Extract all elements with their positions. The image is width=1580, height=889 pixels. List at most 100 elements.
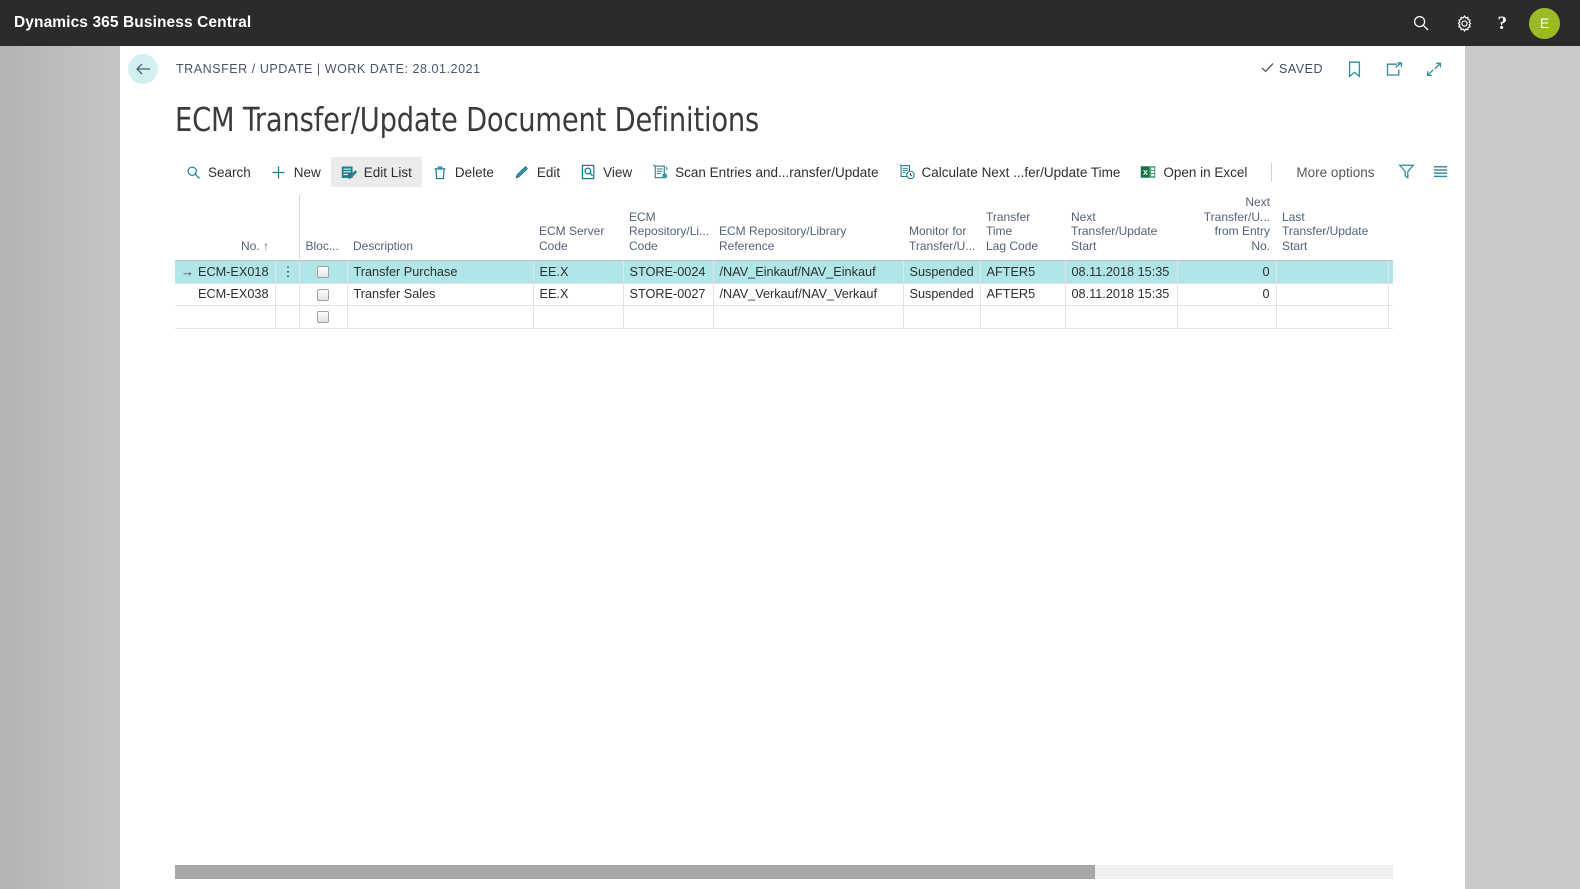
toolbar-divider [1271, 163, 1272, 182]
column-header-blocked[interactable]: Bloc... [299, 195, 347, 261]
top-navigation-bar: Dynamics 365 Business Central ? E [0, 0, 1580, 46]
search-icon [185, 164, 201, 180]
cell-ecm-repository-reference[interactable]: /NAV_Verkauf/NAV_Verkauf [713, 283, 903, 306]
table-row[interactable] [175, 306, 1393, 329]
filter-funnel-icon[interactable] [1398, 163, 1416, 181]
calculate-time-icon [899, 164, 915, 180]
horizontal-scrollbar[interactable] [175, 865, 1393, 879]
column-header-next-transfer-start[interactable]: Next Transfer/Update Start [1065, 195, 1177, 261]
table-row[interactable]: →ECM-EX018 ⋮ Transfer PurchaseEE.XSTORE-00… [175, 261, 1393, 284]
column-header-dots[interactable] [275, 195, 299, 261]
toolbar-button-label: View [603, 165, 632, 180]
cell-ecm-repository-code[interactable]: STORE-0027 [623, 283, 713, 306]
toolbar-button-label: Open in Excel [1163, 165, 1247, 180]
search-icon[interactable] [1410, 12, 1432, 34]
back-arrow-icon[interactable] [128, 54, 158, 84]
column-header-last-transfer-start[interactable]: Last Transfer/Update Start [1276, 195, 1388, 261]
cell-no[interactable]: ECM-EX038 [175, 283, 275, 306]
cell-last-transfer-end[interactable] [1388, 306, 1393, 329]
cell-description[interactable]: Transfer Sales [347, 283, 533, 306]
app-title: Dynamics 365 Business Central [14, 14, 251, 32]
bookmark-icon[interactable] [1345, 60, 1363, 78]
avatar[interactable]: E [1529, 8, 1560, 39]
cell-ecm-repository-code[interactable] [623, 306, 713, 329]
cell-monitor-for-transfer[interactable]: Suspended [903, 283, 980, 306]
cell-next-transfer-entry-no[interactable] [1177, 306, 1276, 329]
toolbar-button-search[interactable]: Search [175, 157, 261, 187]
toolbar-button-edit[interactable]: Edit [504, 157, 570, 187]
column-header-last-transfer-end[interactable]: Las Tra En [1388, 195, 1393, 261]
checkbox-unchecked-icon[interactable] [317, 311, 329, 323]
edit-list-icon [341, 164, 357, 180]
toolbar-button-scan-entries-and-ransfer-update[interactable]: Scan Entries and...ransfer/Update [642, 157, 888, 187]
magnifier-page-icon [580, 164, 596, 180]
plus-icon [271, 164, 287, 180]
cell-next-transfer-start[interactable] [1065, 306, 1177, 329]
row-actions-menu-icon[interactable] [275, 306, 299, 329]
cell-blocked-checkbox[interactable] [299, 261, 347, 284]
cell-blocked-checkbox[interactable] [299, 283, 347, 306]
cell-transfer-time-lag-code[interactable]: AFTER5 [980, 261, 1065, 284]
column-header-next-transfer-entry-no[interactable]: Next Transfer/U... from Entry No. [1177, 195, 1276, 261]
column-header-no[interactable]: No. ↑ [175, 195, 275, 261]
cell-blocked-checkbox[interactable] [299, 306, 347, 329]
column-header-transfer-time-lag-code[interactable]: Transfer Time Lag Code [980, 195, 1065, 261]
page-actions: SAVED [1261, 60, 1465, 78]
cell-next-transfer-start[interactable]: 08.11.2018 15:35 [1065, 261, 1177, 284]
cell-description[interactable] [347, 306, 533, 329]
column-header-monitor-for-transfer[interactable]: Monitor for Transfer/U... [903, 195, 980, 261]
toolbar-button-edit-list[interactable]: Edit List [331, 157, 422, 187]
cell-next-transfer-start[interactable]: 08.11.2018 15:35 [1065, 283, 1177, 306]
excel-icon: X [1140, 164, 1156, 180]
question-mark-icon[interactable]: ? [1498, 14, 1508, 33]
toolbar-button-label: Delete [455, 165, 494, 180]
cell-ecm-server-code[interactable]: EE.X [533, 261, 623, 284]
row-actions-menu-icon[interactable]: ⋮ [275, 261, 299, 284]
cell-ecm-server-code[interactable]: EE.X [533, 283, 623, 306]
checkbox-unchecked-icon[interactable] [317, 266, 329, 278]
cell-next-transfer-entry-no[interactable]: 0 [1177, 283, 1276, 306]
cell-transfer-time-lag-code[interactable]: AFTER5 [980, 283, 1065, 306]
toolbar-button-open-in-excel[interactable]: X Open in Excel [1130, 157, 1257, 187]
cell-monitor-for-transfer[interactable] [903, 306, 980, 329]
row-actions-menu-icon[interactable] [275, 283, 299, 306]
toolbar-button-view[interactable]: View [570, 157, 642, 187]
checkmark-icon [1261, 62, 1274, 76]
gear-icon[interactable] [1454, 12, 1476, 34]
column-header-ecm-repository-code[interactable]: ECM Repository/Li... Code [623, 195, 713, 261]
cell-last-transfer-end[interactable] [1388, 283, 1393, 306]
toolbar-button-delete[interactable]: Delete [422, 157, 504, 187]
vertical-dots-icon[interactable]: ⋮ [282, 267, 293, 277]
table-row[interactable]: ECM-EX038 Transfer SalesEE.XSTORE-0027/NA… [175, 283, 1393, 306]
cell-ecm-repository-reference[interactable] [713, 306, 903, 329]
cell-next-transfer-entry-no[interactable]: 0 [1177, 261, 1276, 284]
cell-ecm-server-code[interactable] [533, 306, 623, 329]
cell-ecm-repository-code[interactable]: STORE-0024 [623, 261, 713, 284]
list-options-icon[interactable] [1432, 163, 1450, 181]
toolbar-button-calculate-next-fer-update-time[interactable]: Calculate Next ...fer/Update Time [889, 157, 1131, 187]
column-header-description[interactable]: Description [347, 195, 533, 261]
cell-no[interactable]: →ECM-EX018 [175, 261, 275, 284]
column-header-ecm-repository-reference[interactable]: ECM Repository/Library Reference [713, 195, 903, 261]
breadcrumb[interactable]: TRANSFER / UPDATE | WORK DATE: 28.01.202… [176, 62, 481, 76]
command-toolbar: SearchNewEdit List Delete Edit View Scan Ent… [175, 157, 1450, 187]
collapse-icon[interactable] [1425, 60, 1443, 78]
cell-last-transfer-start[interactable] [1276, 283, 1388, 306]
grid-container[interactable]: No. ↑Bloc...DescriptionECM Server CodeEC… [175, 195, 1393, 329]
cell-ecm-repository-reference[interactable]: /NAV_Einkauf/NAV_Einkauf [713, 261, 903, 284]
trash-icon [432, 164, 448, 180]
column-header-ecm-server-code[interactable]: ECM Server Code [533, 195, 623, 261]
checkbox-unchecked-icon[interactable] [317, 289, 329, 301]
cell-no[interactable] [175, 306, 275, 329]
cell-last-transfer-start[interactable] [1276, 261, 1388, 284]
scrollbar-thumb[interactable] [175, 865, 1095, 879]
cell-last-transfer-end[interactable] [1388, 261, 1393, 284]
open-in-new-window-icon[interactable] [1385, 60, 1403, 78]
cell-transfer-time-lag-code[interactable] [980, 306, 1065, 329]
toolbar-button-new[interactable]: New [261, 157, 331, 187]
cell-last-transfer-start[interactable] [1276, 306, 1388, 329]
cell-description[interactable]: Transfer Purchase [347, 261, 533, 284]
more-options-label: More options [1296, 165, 1374, 180]
cell-monitor-for-transfer[interactable]: Suspended [903, 261, 980, 284]
more-options-button[interactable]: More options [1286, 157, 1384, 187]
